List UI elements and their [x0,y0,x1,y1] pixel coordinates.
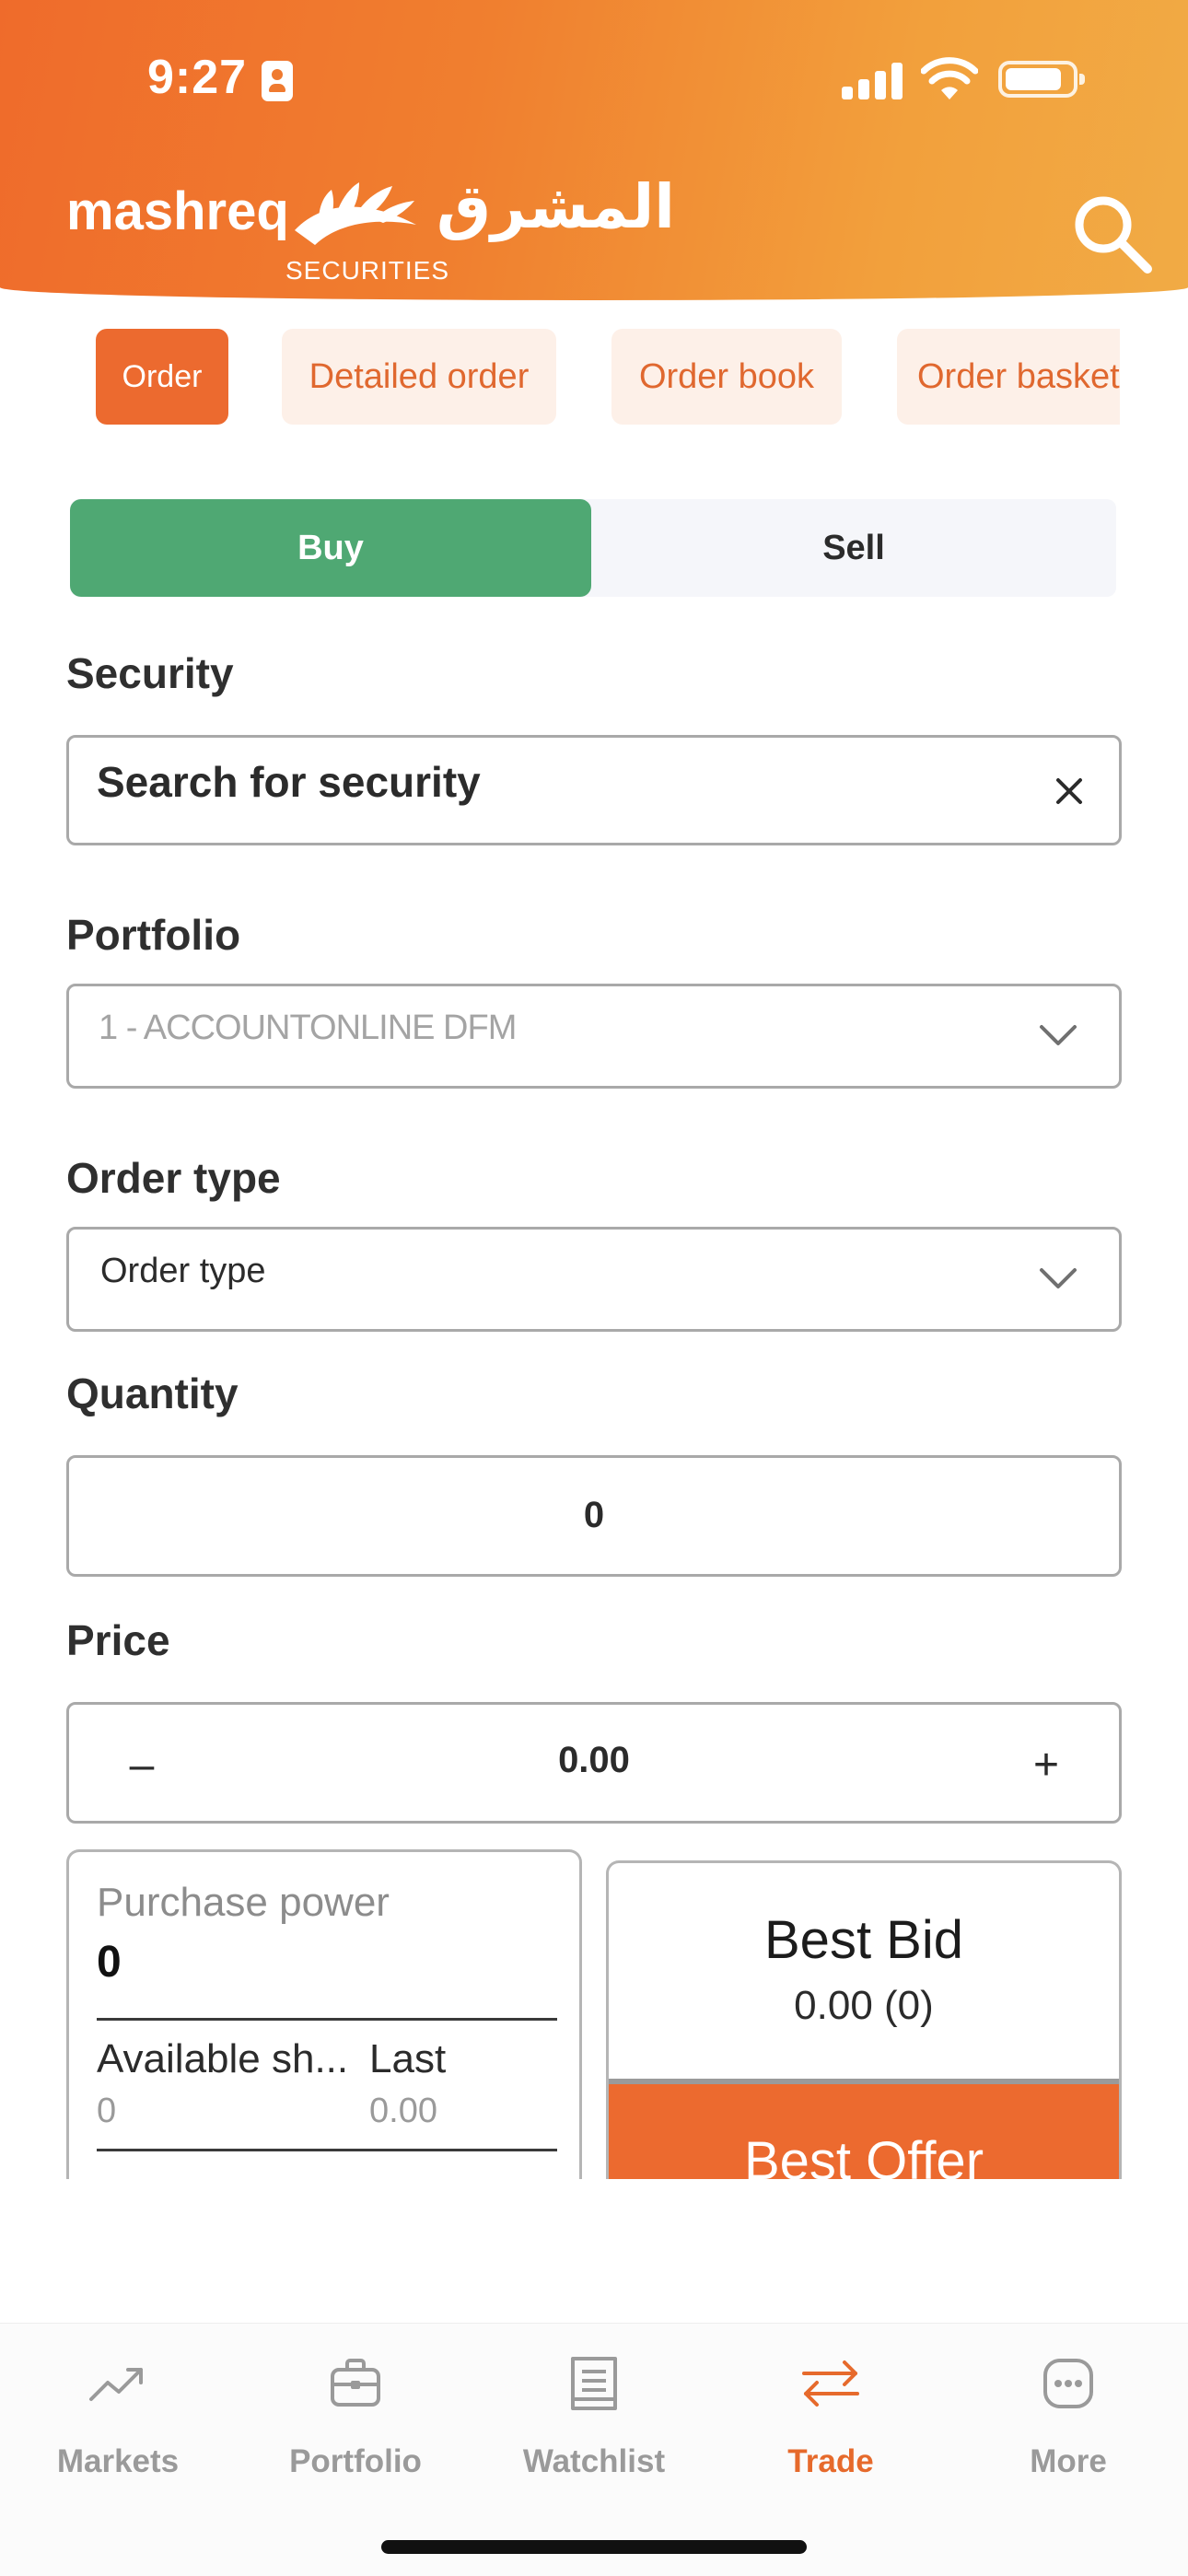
best-bid-offer-card: Best Bid 0.00 (0) Best Offer [606,1860,1122,2179]
available-shares-value: 0 [97,2092,117,2130]
available-shares-label: Available sh... [97,2036,349,2081]
nav-label-watchlist: Watchlist [522,2443,666,2479]
portfolio-select[interactable]: 1 - ACCOUNTONLINE DFM [66,984,1122,1089]
chevron-down-icon [1040,1268,1077,1288]
quantity-value: 0 [583,1495,605,1535]
nav-label-markets: Markets [56,2443,180,2479]
nav-label-portfolio: Portfolio [289,2443,422,2479]
purchase-power-value: 0 [97,1938,122,1987]
portfolio-value: 1 - ACCOUNTONLINE DFM [99,1008,517,1047]
nav-label-more: More [1030,2443,1107,2479]
last-price-label: Last [369,2036,447,2081]
price-stepper: – 0.00 + [66,1702,1122,1824]
home-indicator[interactable] [381,2540,807,2554]
nav-label-trade: Trade [787,2443,874,2479]
security-search-box [66,735,1122,845]
nav-more[interactable]: More [976,2351,1160,2480]
swap-arrows-icon [802,2360,859,2407]
purchase-power-label: Purchase power [97,1880,390,1925]
close-icon[interactable] [1051,773,1088,810]
buy-button[interactable]: Buy [70,499,591,597]
best-offer-label: Best Offer [743,2131,984,2179]
nav-portfolio[interactable]: Portfolio [263,2351,448,2480]
increase-price-button[interactable]: + [1014,1732,1078,1797]
divider [97,2018,557,2021]
nav-markets[interactable]: Markets [26,2351,210,2480]
book-icon [571,2357,617,2410]
quantity-label: Quantity [66,1370,239,1417]
order-type-select[interactable]: Order type [66,1227,1122,1332]
buy-sell-toggle: Buy Sell [70,499,1116,597]
chevron-down-icon [1040,1025,1077,1045]
price-value[interactable]: 0.00 [69,1740,1119,1781]
quantity-field[interactable]: 0 [66,1455,1122,1577]
order-type-value: Order type [100,1252,266,1290]
best-bid-label: Best Bid [764,1910,963,1970]
more-dots-icon [1043,2359,1093,2408]
price-label: Price [66,1616,170,1664]
security-search-input[interactable] [95,756,1019,808]
sell-button[interactable]: Sell [591,499,1116,597]
order-form-area: Buy Sell Security Portfolio 1 - ACCOUNTO… [0,0,1188,2179]
best-bid-value: 0.00 (0) [794,1983,934,2028]
nav-trade[interactable]: Trade [739,2351,923,2480]
trending-up-icon [89,2368,143,2401]
best-offer-panel: Best Offer [609,2084,1119,2179]
security-label: Security [66,649,234,697]
bottom-navigation: Markets Portfolio Watchlist Trade More [0,2323,1188,2576]
last-price-value: 0.00 [369,2092,437,2130]
purchase-power-card: Purchase power 0 Available sh... Last 0 … [66,1849,582,2179]
portfolio-label: Portfolio [66,911,241,959]
order-type-label: Order type [66,1154,281,1202]
divider [97,2149,557,2151]
briefcase-icon [331,2359,380,2407]
nav-watchlist[interactable]: Watchlist [502,2351,686,2480]
